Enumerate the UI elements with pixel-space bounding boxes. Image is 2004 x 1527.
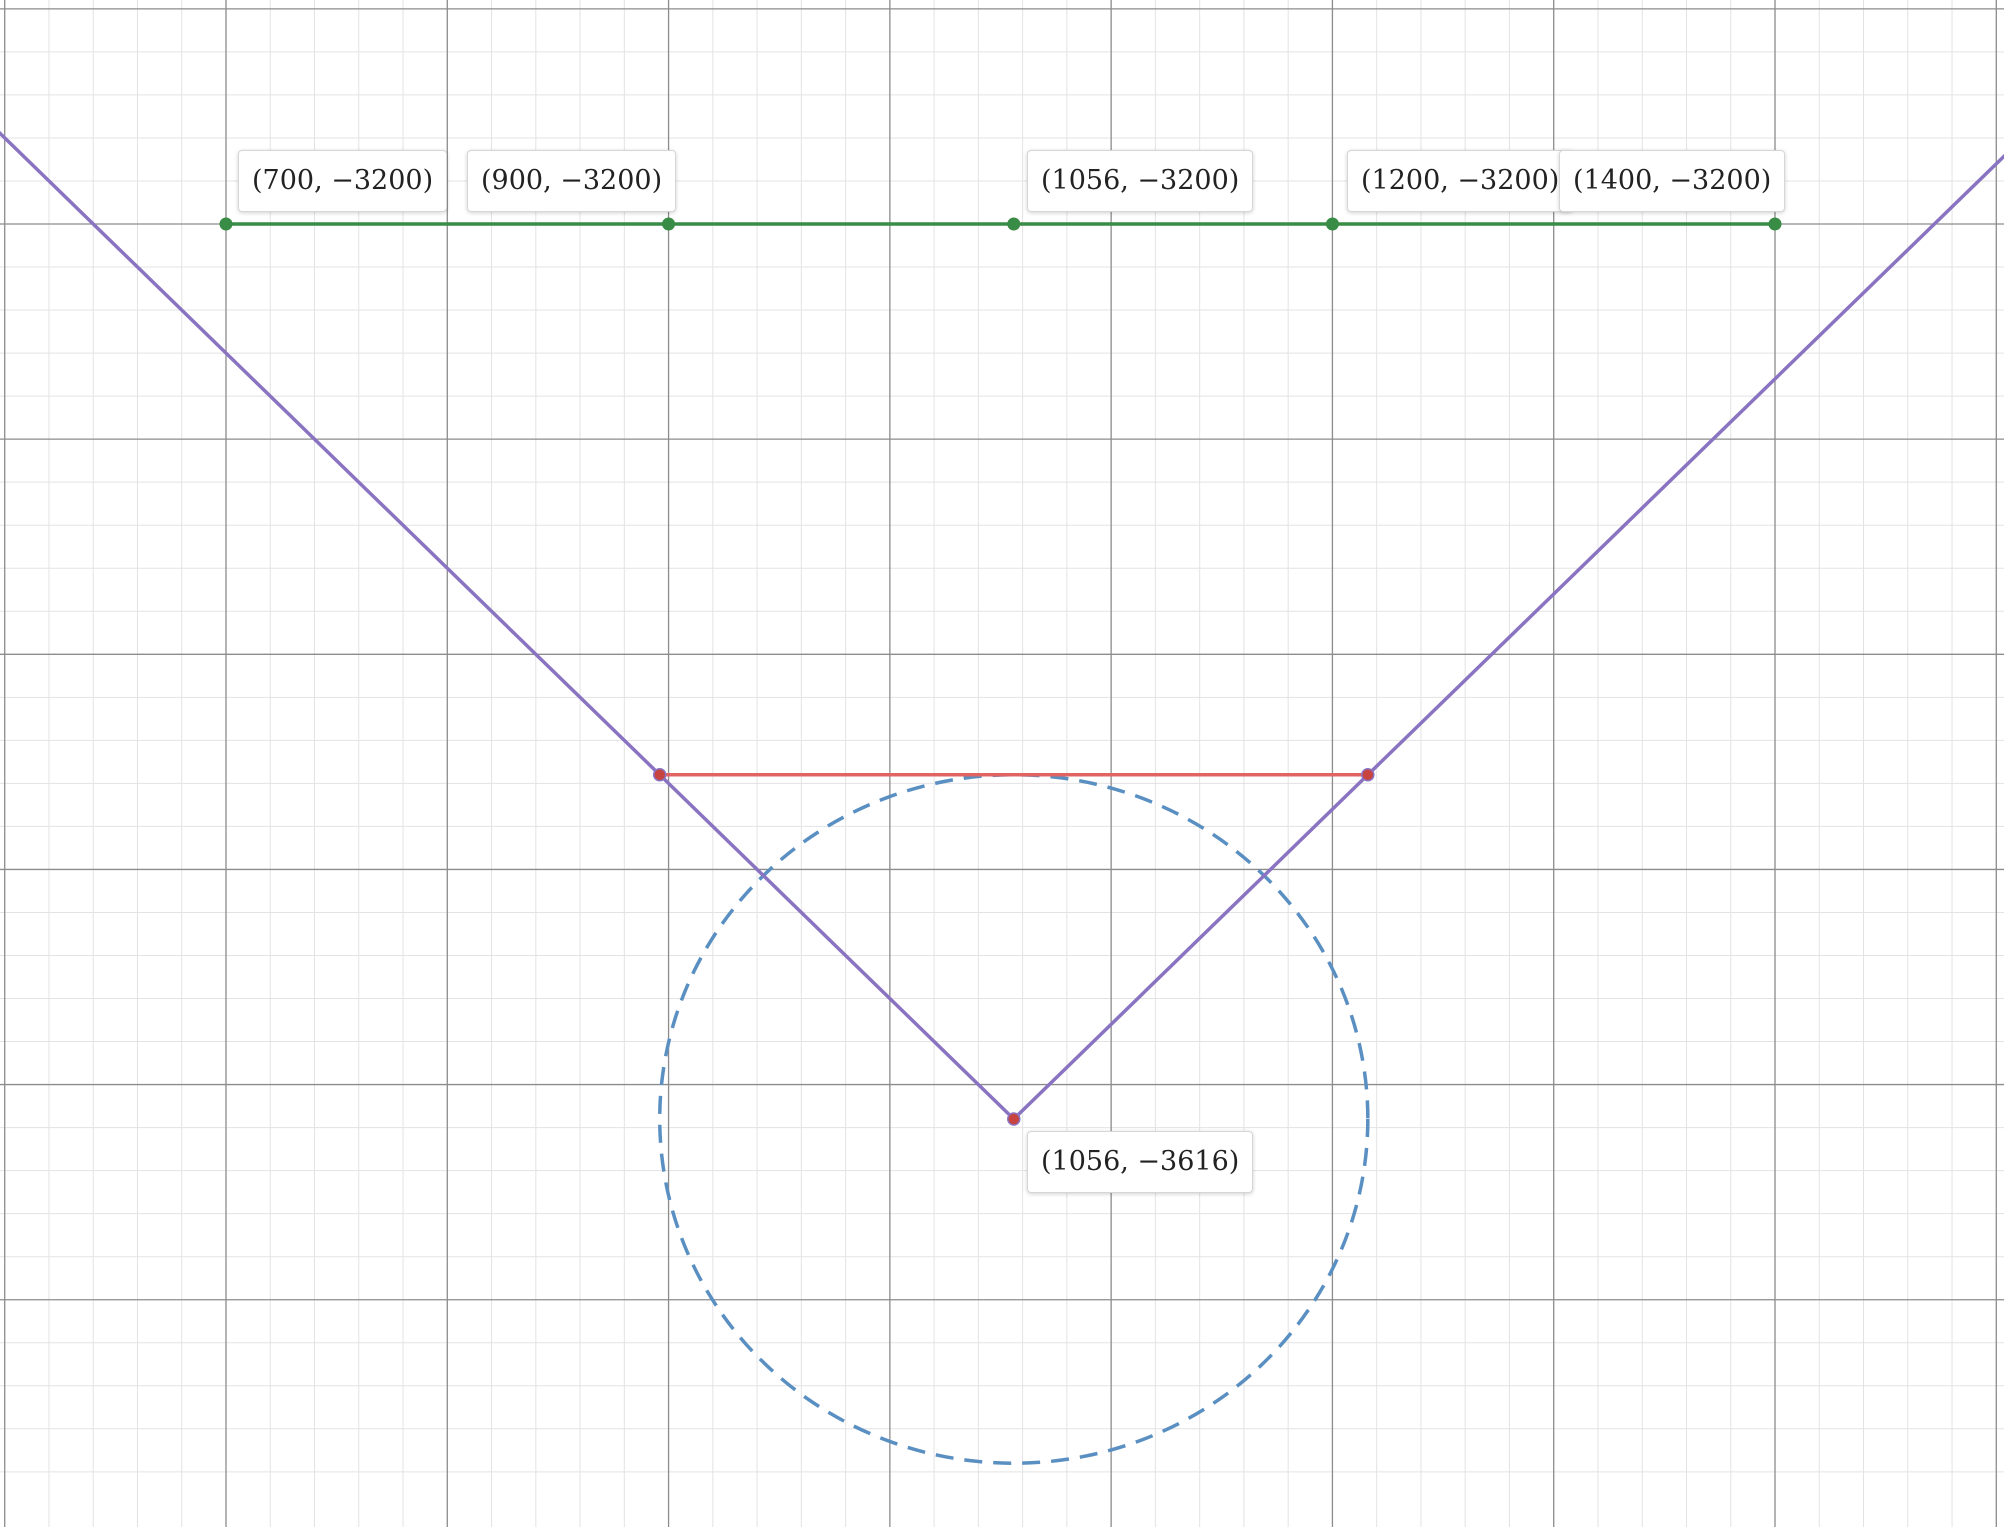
red-point [652, 768, 667, 782]
point-label-700[interactable]: (700, −3200) [238, 150, 448, 212]
vertex-point [1007, 1112, 1021, 1126]
green-point [662, 217, 676, 231]
point-label-1056[interactable]: (1056, −3200) [1027, 150, 1254, 212]
point-label-900[interactable]: (900, −3200) [467, 150, 677, 212]
point-label-1400[interactable]: (1400, −3200) [1559, 150, 1786, 212]
red-point [1361, 768, 1375, 782]
green-point [1007, 217, 1021, 231]
green-point [219, 217, 233, 231]
point-label-1200[interactable]: (1200, −3200) [1347, 150, 1574, 212]
vertex-label[interactable]: (1056, −3616) [1027, 1131, 1254, 1193]
green-point [1325, 217, 1339, 231]
graph-background [0, 0, 2004, 1527]
green-point [1768, 217, 1782, 231]
graph-canvas[interactable] [0, 0, 2004, 1527]
